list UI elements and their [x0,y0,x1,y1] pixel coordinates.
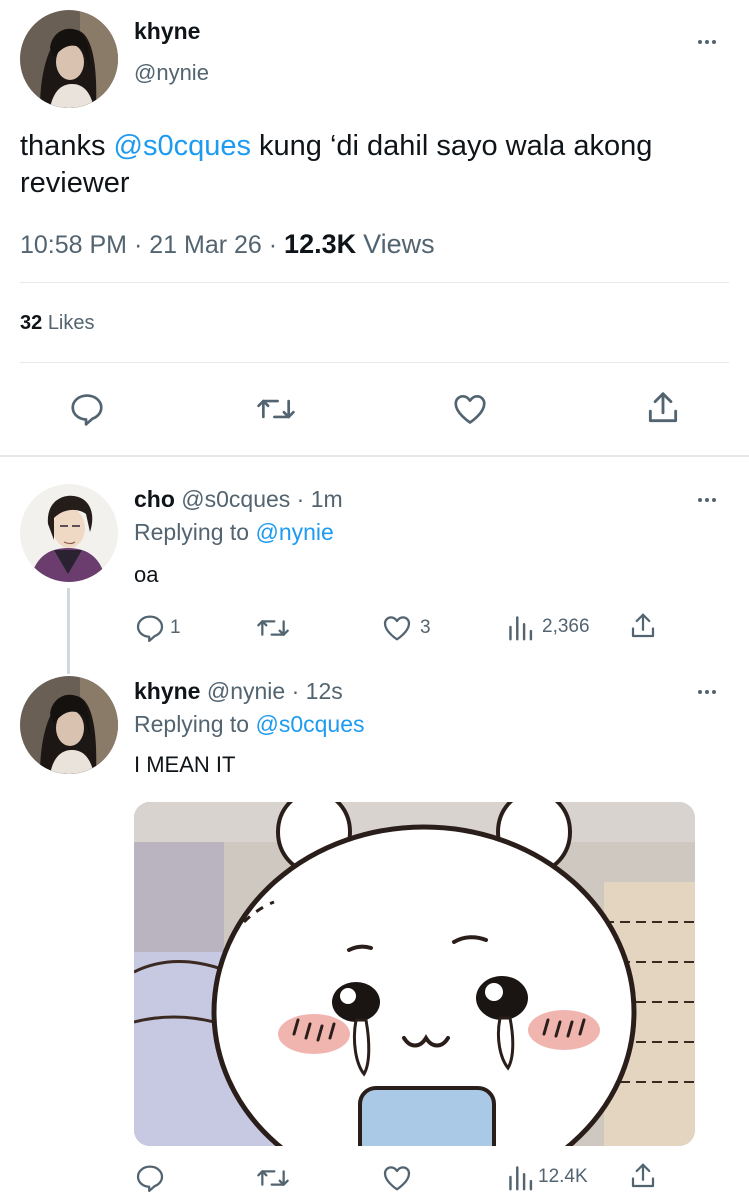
views-count: 12.3K [284,229,357,259]
views-count: 2,366 [542,616,590,637]
avatar-khyne[interactable] [20,10,118,108]
reply-icon[interactable] [68,390,106,428]
retweet-icon[interactable] [255,390,297,428]
more-icon[interactable] [698,40,716,44]
reply1-name[interactable]: cho [134,486,175,512]
likes-stat[interactable]: 32 Likes [20,312,95,335]
reply2-handle[interactable]: @nynie [207,678,285,704]
author-name[interactable]: khyne [134,18,200,45]
share-icon[interactable] [628,610,658,642]
reply1-time[interactable]: 1m [311,486,343,512]
reply-icon[interactable] [134,1162,166,1194]
likes-label: Likes [47,312,95,334]
retweet-icon[interactable] [255,612,291,644]
thread-line [67,588,70,674]
like-count: 3 [420,617,431,638]
retweet-icon[interactable] [255,1162,291,1194]
views-icon [506,1162,534,1192]
like-icon[interactable] [450,390,490,428]
reply2-views-button[interactable]: 12.4K [506,1162,588,1192]
tweet-text: thanks @s0cques kung ‘di dahil sayo wala… [20,128,735,202]
reply1-reply-button[interactable]: 1 [134,612,181,644]
author-handle[interactable]: @nynie [134,60,209,86]
views-label: Views [363,229,435,259]
section-divider [0,455,749,457]
like-icon [380,612,414,644]
reply1-handle[interactable]: @s0cques [181,486,290,512]
tweet-meta: 10:58 PM · 21 Mar 26 · 12.3K Views [20,229,435,260]
reply1-views-button[interactable]: 2,366 [506,612,590,642]
tweet-time[interactable]: 10:58 PM [20,231,127,259]
reply2-time[interactable]: 12s [306,678,343,704]
reply-count: 1 [170,617,181,638]
reply-icon [134,612,166,644]
replying-prefix: Replying to [134,519,250,545]
reply1-text: oa [134,562,159,587]
reply2-replying-to: Replying to @s0cques [134,711,364,738]
replying-handle-link[interactable]: @nynie [255,519,333,545]
replying-prefix: Replying to [134,711,250,737]
replying-handle-link[interactable]: @s0cques [255,711,364,737]
reply1-header: cho @s0cques · 1m [134,486,343,513]
tweet-text-start: thanks [20,130,114,162]
meta-separator: · [133,231,143,259]
share-icon[interactable] [644,388,682,428]
like-icon[interactable] [380,1162,414,1194]
likes-count: 32 [20,312,43,334]
more-icon[interactable] [698,498,716,502]
avatar-cho[interactable] [20,484,118,582]
tweet-media-image[interactable] [134,802,695,1146]
divider [20,282,729,283]
reply1-like-button[interactable]: 3 [380,612,431,644]
reply2-text: I MEAN IT [134,752,236,777]
avatar-khyne[interactable] [20,676,118,774]
reply2-name[interactable]: khyne [134,678,200,704]
views-icon [506,612,534,642]
reply1-replying-to: Replying to @nynie [134,519,334,546]
reply2-header: khyne @nynie · 12s [134,678,343,705]
views-count: 12.4K [538,1166,588,1187]
meta-separator: · [285,678,306,704]
mention-link[interactable]: @s0cques [114,130,251,162]
divider [20,362,729,363]
share-icon[interactable] [628,1160,658,1192]
meta-separator: · [290,486,311,512]
tweet-date[interactable]: 21 Mar 26 [149,231,262,259]
more-icon[interactable] [698,690,716,694]
meta-separator: · [268,231,278,259]
